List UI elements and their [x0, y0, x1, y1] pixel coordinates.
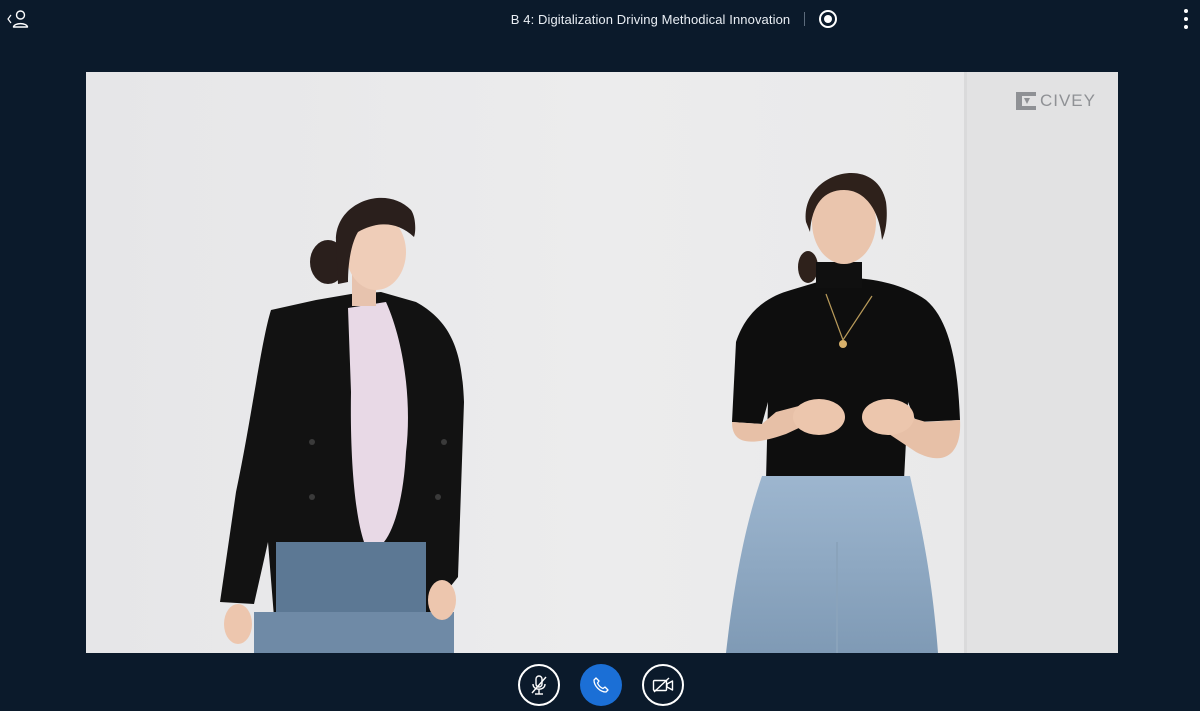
record-icon [824, 15, 833, 23]
civey-logo-icon [1015, 92, 1036, 110]
mute-microphone-button[interactable] [518, 664, 560, 706]
watermark-text: CIVEY [1039, 91, 1096, 110]
meeting-title-bar: B 4: Digitalization Driving Methodical I… [0, 0, 1200, 38]
leave-call-button[interactable] [580, 664, 622, 706]
more-vertical-icon [1184, 9, 1188, 13]
video-stream: CIVEY [86, 72, 1118, 653]
title-divider [804, 12, 806, 26]
conference-window: B 4: Digitalization Driving Methodical I… [0, 0, 1200, 711]
video-watermark: CIVEY [1015, 91, 1096, 111]
phone-icon [593, 677, 609, 693]
more-options-button[interactable] [1182, 9, 1190, 29]
video-frame [86, 72, 1118, 653]
record-button[interactable] [819, 10, 838, 28]
microphone-muted-icon [531, 675, 547, 695]
meeting-title: B 4: Digitalization Driving Methodical I… [510, 11, 791, 27]
toggle-camera-button[interactable] [642, 664, 684, 706]
user-list-toggle-icon [7, 10, 29, 28]
call-controls [0, 663, 1200, 707]
camera-off-icon [652, 677, 674, 693]
top-bar: B 4: Digitalization Driving Methodical I… [0, 0, 1200, 38]
user-list-toggle-button[interactable] [6, 8, 30, 30]
